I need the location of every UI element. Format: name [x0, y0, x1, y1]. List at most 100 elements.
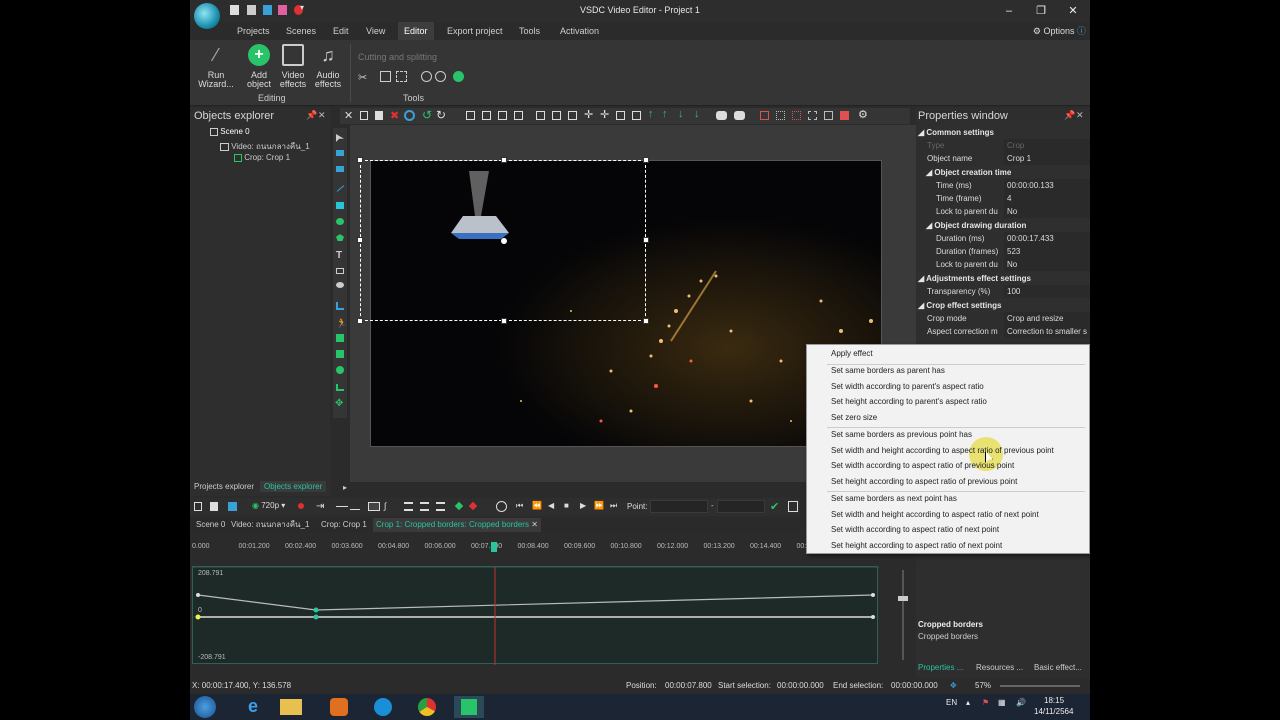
- cut-tool-icon[interactable]: ⇥: [316, 501, 324, 512]
- grid-icon[interactable]: [776, 111, 785, 120]
- media-player-icon[interactable]: [324, 696, 354, 718]
- section-crop-settings[interactable]: ◢ Crop effect settings: [918, 299, 1090, 312]
- tray-flag-icon[interactable]: ⚑: [982, 698, 989, 707]
- smooth-icon[interactable]: ∫: [384, 501, 386, 511]
- point-y-input[interactable]: [717, 500, 765, 513]
- prop-lock1-val[interactable]: No: [1004, 205, 1090, 218]
- menu-export-project[interactable]: Export project: [441, 22, 509, 40]
- align-right-icon[interactable]: [498, 111, 507, 120]
- ctx-same-as-parent[interactable]: Set same borders as parent has: [831, 363, 945, 378]
- tab-projects-explorer[interactable]: Projects explorer: [194, 482, 254, 491]
- tab-objects-explorer[interactable]: Objects explorer: [260, 481, 327, 492]
- move-top-icon[interactable]: ↑: [662, 108, 668, 120]
- section-adjustments[interactable]: ◢ Adjustments effect settings: [918, 272, 1090, 285]
- rectangle-icon[interactable]: [336, 202, 344, 209]
- center-horizontal-icon[interactable]: ✛: [584, 108, 593, 121]
- vsdc-taskbar-icon[interactable]: [454, 696, 484, 718]
- prop-lock2-val[interactable]: No: [1004, 258, 1090, 271]
- move-bottom-icon[interactable]: ↓: [694, 108, 700, 120]
- align-middle-icon[interactable]: [536, 111, 545, 120]
- prop-time-frame[interactable]: Time (frame) 4: [922, 192, 1090, 205]
- slider-thumb[interactable]: [898, 596, 908, 601]
- settings-gear-icon[interactable]: ⚙: [858, 108, 868, 121]
- properties-pin-icon[interactable]: 📌: [1064, 110, 1075, 121]
- add-object-button[interactable]: + Add object: [242, 44, 276, 89]
- prop-name-val[interactable]: Crop 1: [1004, 152, 1090, 165]
- resize-handle[interactable]: [643, 318, 649, 324]
- cut-icon[interactable]: ✂: [358, 71, 369, 84]
- menu-view[interactable]: View: [360, 22, 391, 40]
- ctx-same-as-previous[interactable]: Set same borders as previous point has: [831, 427, 972, 442]
- align-bottom-icon[interactable]: [552, 111, 561, 120]
- move-icon[interactable]: ✥: [335, 398, 343, 409]
- rotate-right-icon[interactable]: [435, 71, 446, 82]
- edge-icon[interactable]: [368, 696, 398, 718]
- ctx-height-previous-ratio[interactable]: Set height according to aspect ratio of …: [831, 474, 1017, 489]
- play-icon[interactable]: ▶: [580, 501, 586, 510]
- timeline-icon-2[interactable]: [210, 502, 218, 511]
- snap-settings-icon[interactable]: [824, 111, 833, 120]
- resize-handle[interactable]: [643, 237, 649, 243]
- image-icon[interactable]: [336, 334, 344, 342]
- prop-aspect-correction[interactable]: Aspect correction m Correction to smalle…: [922, 325, 1090, 338]
- prev-icon[interactable]: ⏪: [532, 501, 542, 510]
- prop-transparency[interactable]: Transparency (%) 100: [922, 285, 1090, 298]
- help-icon[interactable]: ⓘ: [1077, 26, 1086, 36]
- clock-icon[interactable]: [496, 501, 507, 512]
- text-mode-icon[interactable]: [788, 501, 798, 512]
- resize-handle[interactable]: [357, 237, 363, 243]
- internet-explorer-icon[interactable]: e: [238, 696, 268, 718]
- curve-icon[interactable]: [349, 502, 365, 510]
- ctx-height-next-ratio[interactable]: Set height according to aspect ratio of …: [831, 538, 1002, 553]
- prop-lock-parent-2[interactable]: Lock to parent du No: [922, 258, 1090, 271]
- clock-date[interactable]: 14/11/2564: [1034, 707, 1073, 716]
- keyframe-graph[interactable]: [192, 566, 879, 665]
- record-dot-icon[interactable]: [298, 503, 304, 509]
- remove-icon[interactable]: ✖: [390, 109, 399, 122]
- menu-editor[interactable]: Editor: [398, 22, 434, 40]
- language-indicator[interactable]: EN: [946, 698, 957, 707]
- chrome-icon[interactable]: [412, 696, 442, 718]
- tab-scene-0[interactable]: Scene 0: [193, 518, 228, 532]
- polygon-icon[interactable]: [336, 234, 344, 241]
- tab-video[interactable]: Video: ถนนกลางคืน_1: [228, 518, 312, 532]
- ctx-wh-previous-ratio[interactable]: Set width and height according to aspect…: [831, 443, 1054, 458]
- text-tool-icon[interactable]: T: [336, 250, 342, 261]
- align-l-icon[interactable]: [404, 502, 413, 511]
- run-wizard-button[interactable]: ⁄ Run Wizard...: [196, 44, 236, 89]
- prop-dur-frames-val[interactable]: 523: [1004, 245, 1090, 258]
- ctx-same-as-next[interactable]: Set same borders as next point has: [831, 491, 957, 506]
- audio-icon[interactable]: [336, 350, 344, 358]
- prop-transparency-val[interactable]: 100: [1004, 285, 1090, 298]
- snap-icon[interactable]: [760, 111, 769, 120]
- resize-handle[interactable]: [357, 318, 363, 324]
- file-explorer-icon[interactable]: [280, 696, 310, 718]
- zoom-fit-icon[interactable]: ✥: [950, 681, 957, 690]
- line-icon[interactable]: [336, 185, 345, 192]
- playhead-marker[interactable]: [491, 542, 497, 552]
- menu-tools[interactable]: Tools: [513, 22, 546, 40]
- prop-aspect-val[interactable]: Correction to smaller s: [1004, 325, 1090, 338]
- ctx-width-parent-ratio[interactable]: Set width according to parent's aspect r…: [831, 379, 984, 394]
- resize-handle[interactable]: [643, 157, 649, 163]
- add-point-icon[interactable]: [454, 501, 464, 511]
- prop-time-frame-val[interactable]: 4: [1004, 192, 1090, 205]
- ctx-height-parent-ratio[interactable]: Set height according to parent's aspect …: [831, 394, 987, 409]
- spectrum-icon[interactable]: [336, 384, 344, 391]
- tab-close-icon[interactable]: ✕: [531, 520, 538, 529]
- copy-icon[interactable]: [360, 111, 368, 120]
- delete-icon[interactable]: ✕: [344, 109, 353, 122]
- line-draw-icon[interactable]: [336, 506, 348, 507]
- tree-video[interactable]: Video: ถนนกลางคืน_1: [220, 140, 310, 153]
- ctx-apply-effect[interactable]: Apply effect: [831, 346, 873, 361]
- crop-selection-rect[interactable]: [360, 160, 646, 321]
- next-icon[interactable]: ⏩: [594, 501, 604, 510]
- tab-basic-effects[interactable]: Basic effect...: [1034, 663, 1082, 672]
- options-menu[interactable]: ⚙ Options ⓘ: [1033, 24, 1086, 37]
- prop-crop-mode-val[interactable]: Crop and resize: [1004, 312, 1090, 325]
- speech-bubble-icon[interactable]: [336, 282, 344, 288]
- minimize-button[interactable]: –: [995, 3, 1023, 19]
- tree-crop[interactable]: Crop: Crop 1: [234, 153, 290, 162]
- tree-scene[interactable]: Scene 0: [210, 127, 250, 136]
- resize-handle[interactable]: [357, 157, 363, 163]
